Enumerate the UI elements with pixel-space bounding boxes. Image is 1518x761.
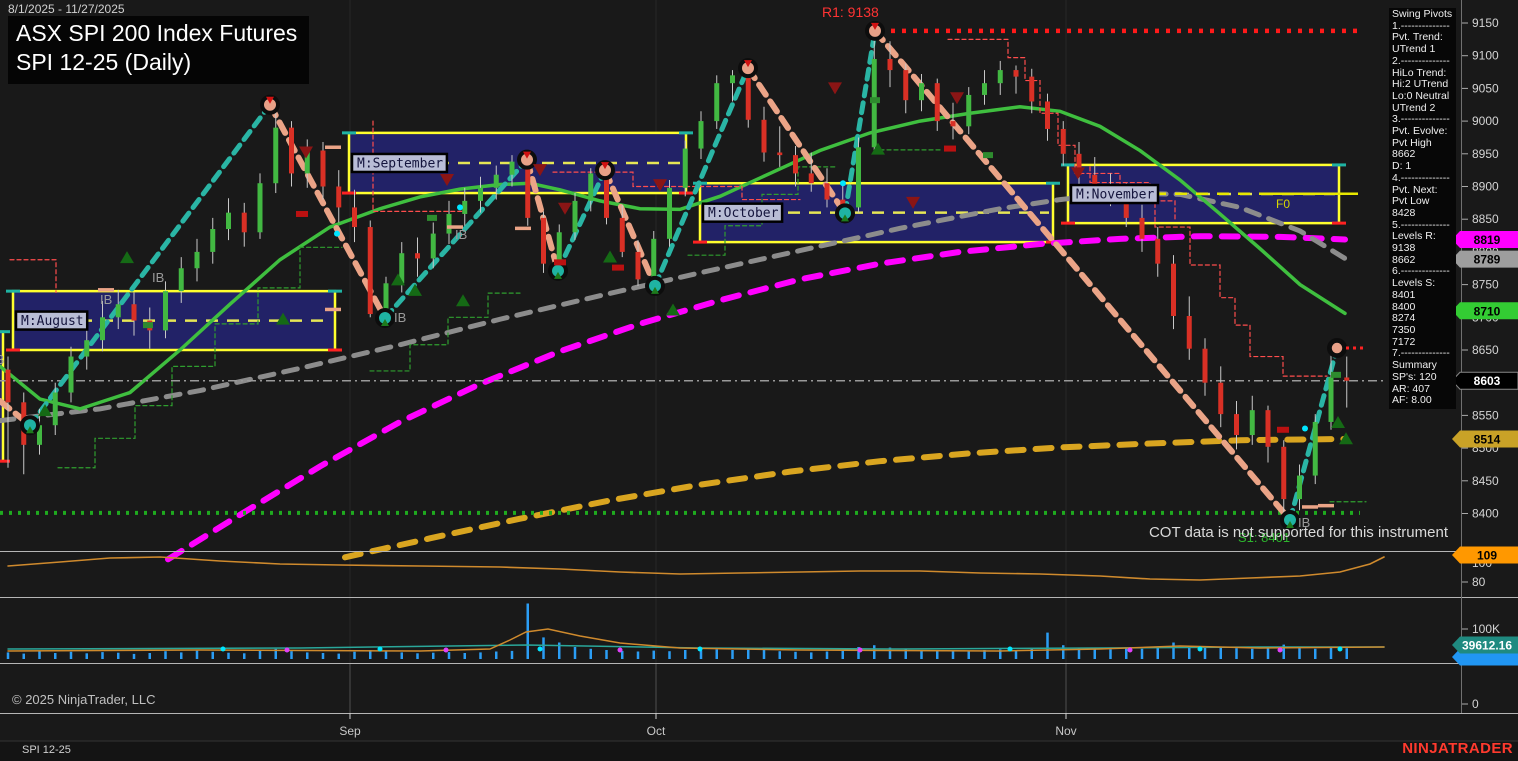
svg-text:8603: 8603 <box>1474 374 1501 388</box>
svg-text:IB: IB <box>455 227 467 242</box>
svg-text:F0: F0 <box>1276 197 1290 211</box>
svg-text:8550: 8550 <box>1472 408 1499 422</box>
svg-text:M:November: M:November <box>1076 188 1154 203</box>
svg-text:8950: 8950 <box>1472 147 1499 161</box>
svg-text:8650: 8650 <box>1472 343 1499 357</box>
ninjatrader-chart-window: R1: 9138S1: 8401F0IBIBIBIBIBIBM:AugustM:… <box>0 0 1518 761</box>
svg-text:Nov: Nov <box>1055 724 1076 738</box>
svg-text:IB: IB <box>100 292 112 307</box>
svg-text:39612.16: 39612.16 <box>1462 639 1512 653</box>
svg-text:0: 0 <box>1472 697 1479 711</box>
svg-text:8514: 8514 <box>1474 432 1501 446</box>
copyright: © 2025 NinjaTrader, LLC <box>12 692 156 707</box>
svg-text:109: 109 <box>1477 549 1497 563</box>
svg-text:M:August: M:August <box>21 314 84 329</box>
ninjatrader-logo: NINJATRADER <box>1402 740 1513 757</box>
svg-text:100K: 100K <box>1472 622 1500 636</box>
svg-text:IB: IB <box>394 310 406 325</box>
svg-text:8450: 8450 <box>1472 474 1499 488</box>
svg-text:8850: 8850 <box>1472 212 1499 226</box>
svg-text:8819: 8819 <box>1474 233 1501 247</box>
svg-text:8400: 8400 <box>1472 507 1499 521</box>
svg-text:8789: 8789 <box>1474 253 1501 267</box>
svg-text:9150: 9150 <box>1472 16 1499 30</box>
svg-text:Oct: Oct <box>647 724 666 738</box>
svg-text:80: 80 <box>1472 575 1486 589</box>
svg-text:8750: 8750 <box>1472 278 1499 292</box>
svg-text:9050: 9050 <box>1472 81 1499 95</box>
svg-text:9000: 9000 <box>1472 114 1499 128</box>
chart-title-line1: ASX SPI 200 Index Futures <box>16 20 298 46</box>
cot-message: COT data is not supported for this instr… <box>1148 524 1448 541</box>
svg-text:Sep: Sep <box>339 724 361 738</box>
chart-canvas[interactable]: R1: 9138S1: 8401F0IBIBIBIBIBIBM:AugustM:… <box>0 0 1518 761</box>
instrument-tab[interactable]: SPI 12-25 <box>22 744 71 756</box>
swing-pivots-panel: Swing Pivots 1.-------------- Pvt. Trend: U… <box>1389 8 1456 409</box>
svg-text:M:September: M:September <box>357 156 443 171</box>
svg-text:8710: 8710 <box>1474 304 1501 318</box>
svg-text:IB: IB <box>152 270 164 285</box>
chart-title: ASX SPI 200 Index Futures SPI 12-25 (Dai… <box>8 16 310 84</box>
svg-text:M:October: M:October <box>708 206 779 221</box>
svg-text:R1: 9138: R1: 9138 <box>822 4 879 20</box>
date-range: 8/1/2025 - 11/27/2025 <box>8 2 125 16</box>
svg-text:8900: 8900 <box>1472 180 1499 194</box>
chart-title-line2: SPI 12-25 (Daily) <box>16 49 192 75</box>
svg-text:9100: 9100 <box>1472 49 1499 63</box>
svg-text:IB: IB <box>0 352 4 367</box>
